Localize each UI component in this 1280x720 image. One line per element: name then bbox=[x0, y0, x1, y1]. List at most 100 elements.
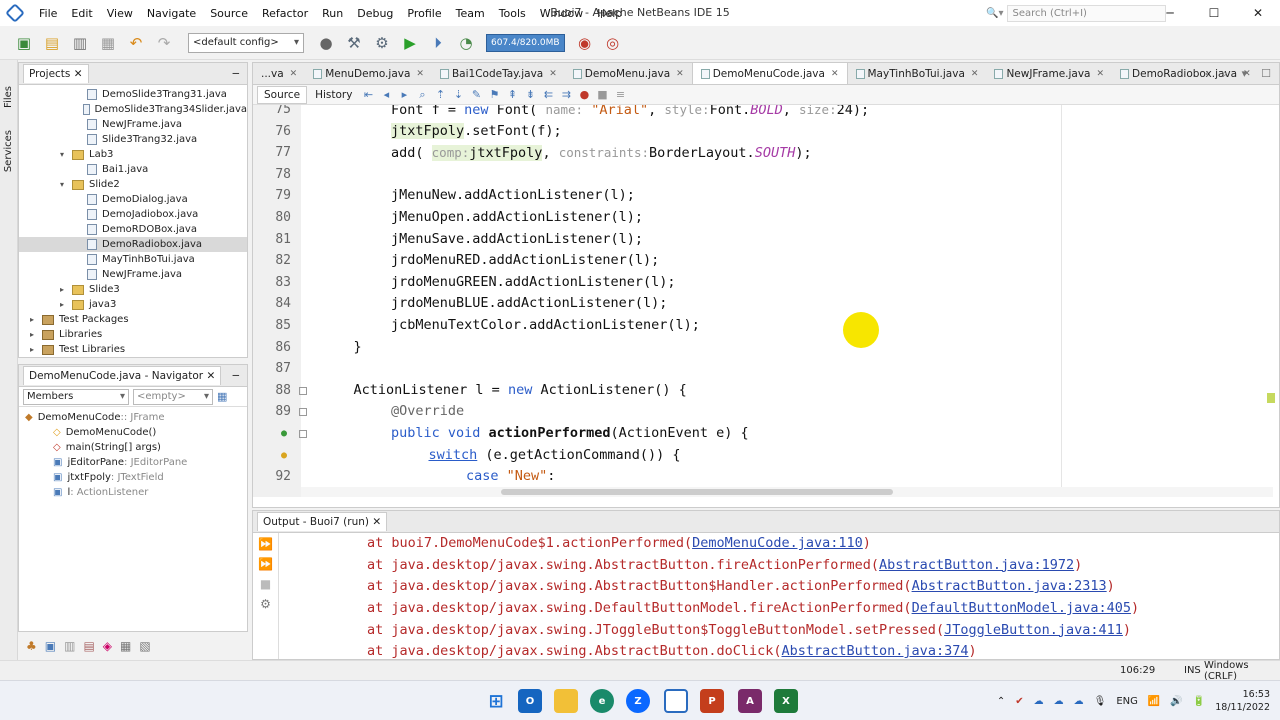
project-tree-item[interactable]: ▾ Slide2 bbox=[19, 177, 247, 192]
members-select[interactable]: Members bbox=[23, 388, 129, 405]
editor-tab[interactable]: NewJFrame.java ✕ bbox=[986, 64, 1112, 84]
code-line[interactable]: 77 add( comp:jtxtFpoly, constraints:Borde… bbox=[253, 142, 1273, 164]
code-line[interactable]: 76 jtxtFpoly.setFont(f); bbox=[253, 121, 1273, 143]
maximize-window-icon[interactable]: ☐ bbox=[1261, 67, 1271, 80]
output-text[interactable]: at buoi7.DemoMenuCode$1.actionPerformed(… bbox=[367, 533, 1267, 663]
menu-item-file[interactable]: File bbox=[32, 7, 64, 20]
editor-tab[interactable]: MayTinhBoTui.java ✕ bbox=[848, 64, 987, 84]
output-line[interactable]: at java.desktop/javax.swing.JToggleButto… bbox=[367, 620, 1267, 642]
code-line[interactable]: 84 jrdoMenuBLUE.addActionListener(l); bbox=[253, 293, 1273, 315]
code-line[interactable]: 80 jMenuOpen.addActionListener(l); bbox=[253, 207, 1273, 229]
comment-icon[interactable]: ≡ bbox=[613, 88, 627, 102]
maximize-button[interactable]: ☐ bbox=[1192, 0, 1236, 26]
filter-icon[interactable]: ▣ bbox=[45, 639, 56, 653]
projects-tab[interactable]: Projects ✕ bbox=[23, 64, 89, 83]
close-icon[interactable]: ✕ bbox=[971, 69, 979, 79]
code-area[interactable]: 75 Font f = new Font( name: "Arial", styl… bbox=[253, 105, 1279, 497]
project-tree-item[interactable]: MayTinhBoTui.java bbox=[19, 252, 247, 267]
shift-left-icon[interactable]: ⇇ bbox=[541, 88, 555, 102]
expand-arrow-icon[interactable]: ▸ bbox=[60, 285, 70, 294]
clock[interactable]: 16:53 18/11/2022 bbox=[1215, 688, 1270, 714]
filter-icon[interactable]: ◈ bbox=[103, 639, 112, 653]
code-line[interactable]: 88 ActionListener l = new ActionListener(… bbox=[253, 380, 1273, 402]
menu-item-refactor[interactable]: Refactor bbox=[255, 7, 315, 20]
project-tree-item[interactable]: DemoDialog.java bbox=[19, 192, 247, 207]
menu-item-tools[interactable]: Tools bbox=[492, 7, 533, 20]
navigator-tab[interactable]: DemoMenuCode.java - Navigator ✕ bbox=[23, 366, 222, 385]
source-link[interactable]: DemoMenuCode.java:110 bbox=[692, 535, 863, 551]
project-tree-item[interactable]: DemoRDOBox.java bbox=[19, 222, 247, 237]
navigator-item[interactable]: ◆ DemoMenuCode :: JFrame bbox=[19, 410, 247, 425]
pdf-icon[interactable]: A bbox=[738, 689, 762, 713]
close-icon[interactable]: ✕ bbox=[290, 69, 298, 79]
build-icon[interactable]: ⚒ bbox=[343, 32, 365, 54]
config-select[interactable]: <default config> bbox=[188, 32, 304, 53]
menu-item-debug[interactable]: Debug bbox=[350, 7, 400, 20]
project-tree-item[interactable]: Slide3Trang32.java bbox=[19, 132, 247, 147]
debug-icon[interactable]: ⏵ bbox=[427, 32, 449, 54]
chevron-left-icon[interactable]: ‹ bbox=[1205, 67, 1209, 80]
edge-icon[interactable]: e bbox=[590, 689, 614, 713]
filter-icon[interactable]: ▥ bbox=[64, 639, 75, 653]
files-tab[interactable]: Files bbox=[3, 86, 14, 108]
toggle-highlight-icon[interactable]: ✎ bbox=[469, 88, 483, 102]
editor-tab[interactable]: DemoMenu.java ✕ bbox=[565, 64, 692, 84]
project-tree-item[interactable]: Bai1.java bbox=[19, 162, 247, 177]
minimize-button[interactable]: ─ bbox=[1148, 0, 1192, 26]
code-line[interactable]: 85 jcbMenuTextColor.addActionListener(l); bbox=[253, 315, 1273, 337]
outlook-icon[interactable]: O bbox=[518, 689, 542, 713]
filter-icon[interactable]: ♣ bbox=[26, 639, 37, 653]
menu-item-view[interactable]: View bbox=[100, 7, 140, 20]
code-line[interactable]: 86} bbox=[253, 337, 1273, 359]
forward-icon[interactable]: ▸ bbox=[397, 88, 411, 102]
project-tree-item[interactable]: ▸ Libraries bbox=[19, 327, 247, 342]
output-line[interactable]: at buoi7.DemoMenuCode$1.actionPerformed(… bbox=[367, 533, 1267, 555]
editor-tab[interactable]: Bai1CodeTay.java ✕ bbox=[432, 64, 565, 84]
rerun-icon[interactable]: ⏩ bbox=[258, 537, 273, 551]
fold-toggle-icon[interactable] bbox=[299, 408, 307, 417]
source-link[interactable]: AbstractButton.java:374 bbox=[782, 643, 969, 659]
cloud-icon[interactable]: ☁ bbox=[1054, 696, 1064, 707]
antivirus-icon[interactable]: ✔ bbox=[1015, 696, 1023, 707]
code-line[interactable]: 92 case "New": bbox=[253, 466, 1273, 488]
project-tree-item[interactable]: ▸ Test Packages bbox=[19, 312, 247, 327]
navigator-item[interactable]: ◇ DemoMenuCode() bbox=[19, 425, 247, 440]
code-line[interactable]: ● public void actionPerformed(ActionEvent… bbox=[253, 423, 1273, 445]
search-input[interactable]: Search (Ctrl+I) bbox=[1007, 4, 1166, 22]
close-button[interactable]: ✕ bbox=[1236, 0, 1280, 26]
new-file-icon[interactable]: ▣ bbox=[13, 32, 35, 54]
menu-item-edit[interactable]: Edit bbox=[64, 7, 99, 20]
wifi-icon[interactable]: 📶 bbox=[1148, 696, 1160, 707]
code-line[interactable]: ● switch (e.getActionCommand()) { bbox=[253, 445, 1273, 467]
override-marker-icon[interactable]: ● bbox=[281, 423, 287, 445]
stop-macro-icon[interactable]: ■ bbox=[595, 88, 609, 102]
filter-icon[interactable]: ▤ bbox=[83, 639, 94, 653]
project-tree-item[interactable]: ▸ Slide3 bbox=[19, 282, 247, 297]
fold-toggle-icon[interactable] bbox=[299, 386, 307, 395]
output-line[interactable]: at java.desktop/javax.swing.DefaultButto… bbox=[367, 598, 1267, 620]
expand-arrow-icon[interactable]: ▸ bbox=[30, 315, 40, 324]
microphone-icon[interactable]: 🎙 bbox=[1094, 696, 1107, 707]
output-line[interactable]: at java.desktop/javax.swing.AbstractButt… bbox=[367, 555, 1267, 577]
hint-bulb-icon[interactable]: ● bbox=[281, 445, 287, 467]
project-tree-item[interactable]: DemoSlide3Trang34Slider.java bbox=[19, 102, 247, 117]
project-tree-item[interactable]: DemoRadiobox.java bbox=[19, 237, 247, 252]
code-line[interactable]: 83 jrdoMenuGREEN.addActionListener(l); bbox=[253, 272, 1273, 294]
find-prev-icon[interactable]: ⇡ bbox=[433, 88, 447, 102]
next-bookmark-icon[interactable]: ⇟ bbox=[523, 88, 537, 102]
chevron-right-icon[interactable]: › bbox=[1223, 67, 1227, 80]
volume-icon[interactable]: 🔊 bbox=[1170, 696, 1182, 707]
fold-toggle-icon[interactable] bbox=[299, 430, 307, 438]
undo-icon[interactable]: ↶ bbox=[125, 32, 147, 54]
project-tree-item[interactable]: ▸ java3 bbox=[19, 297, 247, 312]
open-project-icon[interactable]: ▥ bbox=[69, 32, 91, 54]
code-line[interactable]: 87 bbox=[253, 358, 1273, 380]
history-tab[interactable]: History bbox=[309, 87, 358, 103]
zalo-icon[interactable]: Z bbox=[626, 689, 650, 713]
source-link[interactable]: JToggleButton.java:411 bbox=[944, 622, 1123, 638]
gc-icon[interactable]: ◉ bbox=[574, 32, 596, 54]
horizontal-scrollbar[interactable] bbox=[301, 487, 1273, 497]
project-tree-item[interactable]: NewJFrame.java bbox=[19, 117, 247, 132]
code-line[interactable]: 79 jMenuNew.addActionListener(l); bbox=[253, 185, 1273, 207]
source-tab[interactable]: Source bbox=[257, 85, 308, 104]
